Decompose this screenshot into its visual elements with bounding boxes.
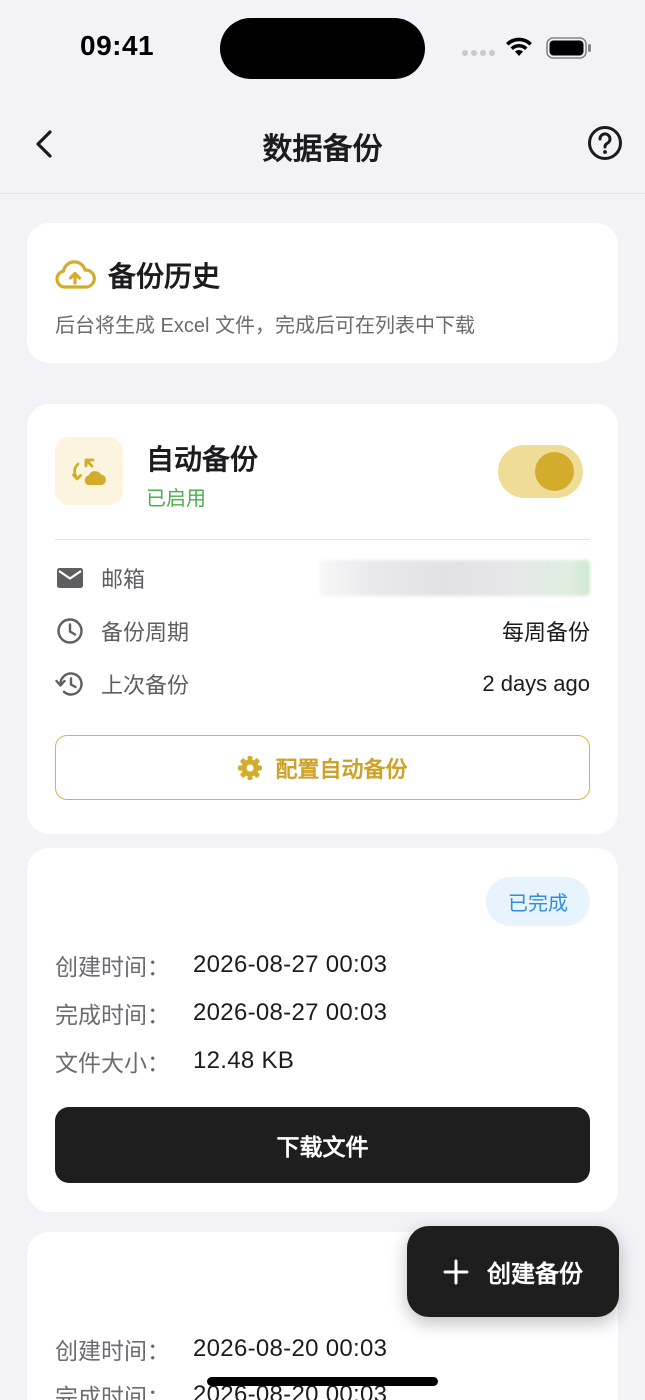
configure-auto-backup-button[interactable]: 配置自动备份 — [55, 735, 590, 800]
backup-period-label: 备份周期 — [101, 620, 190, 645]
history-subtitle: 后台将生成 Excel 文件，完成后可在列表中下载 — [55, 315, 476, 337]
backup-history-card: 备份历史 后台将生成 Excel 文件，完成后可在列表中下载 — [27, 223, 618, 363]
last-backup-value: 2 days ago — [482, 671, 590, 696]
divider — [55, 539, 590, 540]
auto-backup-icon-box — [55, 437, 123, 505]
cellular-signal-icon — [462, 50, 495, 56]
email-value-redacted — [320, 560, 590, 596]
backup-period-value: 每周备份 — [501, 620, 590, 645]
wifi-icon — [506, 37, 532, 56]
cloud-upload-icon — [55, 260, 96, 289]
auto-backup-card: 自动备份 已启用 邮箱 备份周期 每周备份 上次备份 2 days ago 配置… — [27, 404, 618, 834]
email-row: 邮箱 — [55, 558, 590, 598]
page-title: 数据备份 — [262, 133, 383, 166]
gear-icon — [238, 755, 263, 780]
nav-bar: 数据备份 — [0, 96, 645, 194]
created-time-value: 2026-08-27 00:03 — [193, 951, 388, 978]
finished-time-row: 完成时间： 2026-08-27 00:03 — [55, 996, 387, 1030]
finished-time-label: 完成时间： — [55, 1384, 170, 1400]
last-backup-label: 上次备份 — [101, 673, 190, 698]
file-size-label: 文件大小： — [55, 1050, 170, 1076]
battery-icon — [546, 37, 591, 59]
history-title: 备份历史 — [108, 261, 221, 292]
created-time-label: 创建时间： — [55, 1338, 170, 1364]
auto-backup-toggle[interactable] — [498, 445, 583, 498]
auto-backup-title: 自动备份 — [146, 444, 259, 475]
create-backup-label: 创建备份 — [487, 1261, 583, 1288]
history-icon — [55, 669, 85, 699]
last-backup-row: 上次备份 2 days ago — [55, 664, 590, 704]
create-backup-button[interactable]: 创建备份 — [407, 1226, 619, 1317]
created-time-label: 创建时间： — [55, 954, 170, 980]
home-indicator[interactable] — [207, 1377, 438, 1386]
status-bar: 09:41 — [0, 0, 645, 96]
finished-time-value: 2026-08-27 00:03 — [193, 999, 388, 1026]
status-badge: 已完成 — [486, 877, 590, 926]
created-time-value: 2026-08-20 00:03 — [193, 1335, 388, 1362]
auto-backup-status: 已启用 — [146, 488, 206, 510]
history-title-row: 备份历史 — [54, 255, 220, 295]
download-file-button[interactable]: 下载文件 — [55, 1107, 590, 1183]
backup-period-row: 备份周期 每周备份 — [55, 611, 590, 651]
created-time-row: 创建时间： 2026-08-20 00:03 — [55, 1332, 387, 1366]
file-size-row: 文件大小： 12.48 KB — [55, 1044, 294, 1078]
dynamic-island — [220, 18, 425, 79]
clock-icon — [55, 616, 85, 646]
backup-record-card: 已完成 创建时间： 2026-08-27 00:03 完成时间： 2026-08… — [27, 848, 618, 1212]
cloud-sync-icon — [72, 458, 106, 485]
created-time-row: 创建时间： 2026-08-27 00:03 — [55, 948, 387, 982]
help-icon[interactable] — [586, 124, 624, 162]
configure-auto-backup-label: 配置自动备份 — [275, 756, 408, 782]
plus-icon — [443, 1259, 469, 1284]
finished-time-label: 完成时间： — [55, 1002, 170, 1028]
file-size-value: 12.48 KB — [193, 1047, 295, 1074]
status-time: 09:41 — [80, 30, 155, 61]
mail-icon — [55, 563, 85, 593]
toggle-knob — [535, 452, 574, 491]
email-label: 邮箱 — [101, 567, 146, 592]
